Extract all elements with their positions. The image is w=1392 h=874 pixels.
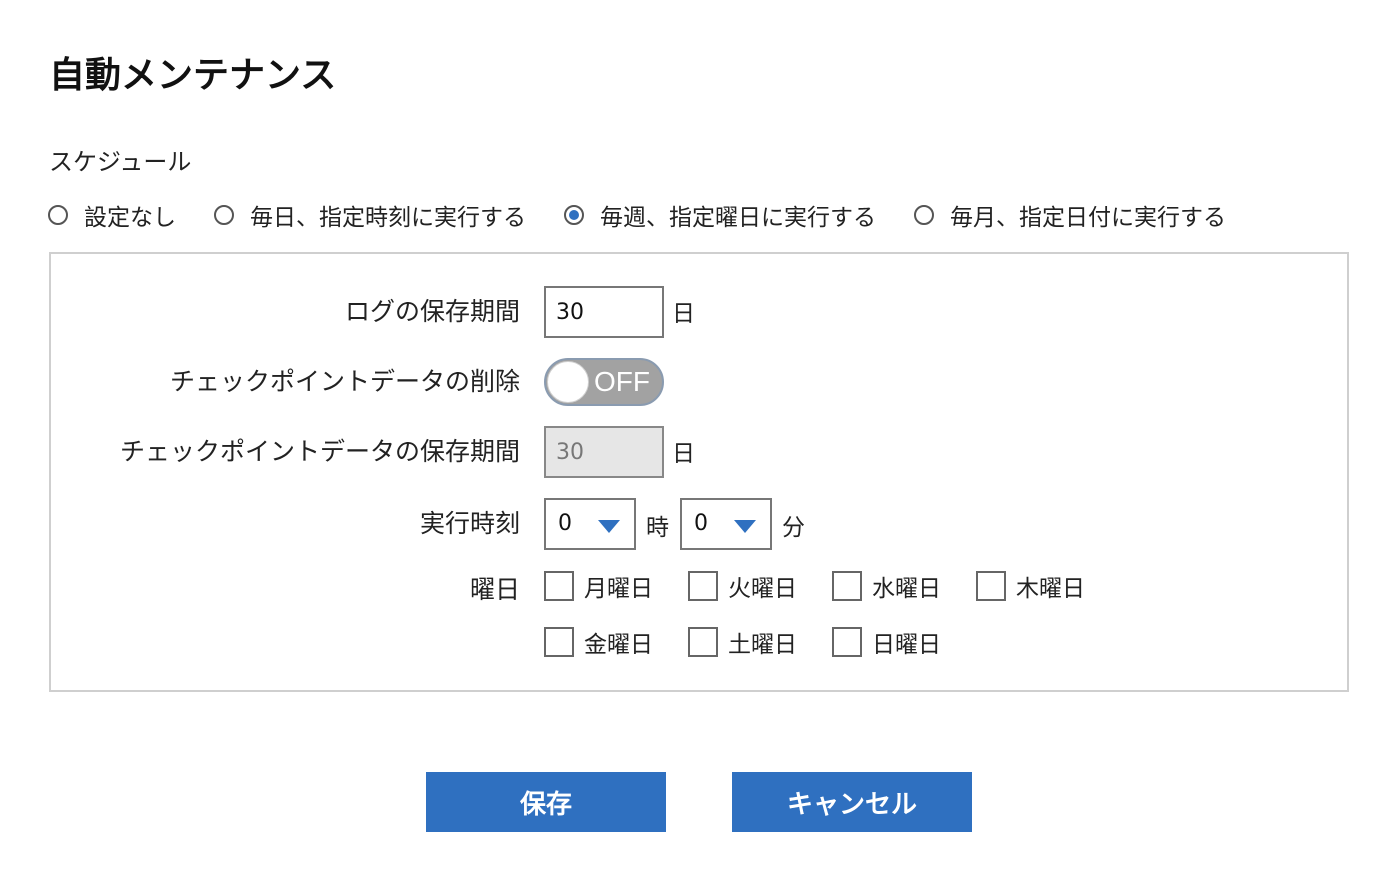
schedule-option-label: 毎週、指定曜日に実行する (600, 205, 876, 231)
checkbox[interactable] (544, 627, 574, 657)
minute-select[interactable]: 0 (680, 498, 772, 550)
settings-panel: ログの保存期間 日 チェックポイントデータの削除 OFF チェックポイントデータ… (49, 252, 1349, 692)
checkpoint-delete-toggle[interactable]: OFF (544, 358, 664, 406)
weekday-label: 土曜日 (728, 632, 797, 658)
cancel-button[interactable]: キャンセル (732, 772, 972, 832)
weekday-label: 金曜日 (584, 632, 653, 658)
checkbox[interactable] (832, 627, 862, 657)
toggle-state-label: OFF (594, 366, 650, 397)
schedule-option-none[interactable]: 設定なし (48, 198, 176, 232)
checkbox[interactable] (688, 571, 718, 601)
dropdown-arrow-icon (734, 520, 756, 533)
checkpoint-delete-label: チェックポイントデータの削除 (169, 367, 520, 396)
weekday-friday[interactable]: 金曜日 (544, 625, 653, 659)
weekday-label: 月曜日 (584, 576, 653, 602)
schedule-option-weekly[interactable]: 毎週、指定曜日に実行する (564, 198, 876, 232)
radio-button[interactable] (914, 205, 934, 225)
weekdays-label: 曜日 (469, 575, 520, 604)
checkbox[interactable] (832, 571, 862, 601)
toggle-knob (547, 361, 589, 403)
weekday-sunday[interactable]: 日曜日 (832, 625, 941, 659)
weekday-label: 水曜日 (872, 576, 941, 602)
weekday-wednesday[interactable]: 水曜日 (832, 569, 941, 603)
radio-button[interactable] (48, 205, 68, 225)
schedule-label: スケジュール (49, 148, 192, 176)
checkpoint-retention-label: チェックポイントデータの保存期間 (119, 437, 520, 466)
run-time-label: 実行時刻 (419, 509, 520, 538)
radio-button-selected[interactable] (564, 205, 584, 225)
checkpoint-retention-input (544, 426, 664, 478)
checkbox[interactable] (976, 571, 1006, 601)
schedule-option-monthly[interactable]: 毎月、指定日付に実行する (914, 198, 1226, 232)
checkpoint-retention-unit: 日 (672, 441, 695, 467)
schedule-option-label: 毎月、指定日付に実行する (950, 205, 1226, 231)
weekday-thursday[interactable]: 木曜日 (976, 569, 1085, 603)
hour-select[interactable]: 0 (544, 498, 636, 550)
schedule-radio-group: 設定なし 毎日、指定時刻に実行する 毎週、指定曜日に実行する 毎月、指定日付に実… (48, 198, 1226, 232)
weekday-label: 木曜日 (1016, 576, 1085, 602)
checkbox[interactable] (688, 627, 718, 657)
log-retention-label: ログの保存期間 (344, 297, 520, 326)
checkbox[interactable] (544, 571, 574, 601)
weekday-saturday[interactable]: 土曜日 (688, 625, 797, 659)
log-retention-input[interactable] (544, 286, 664, 338)
weekday-label: 火曜日 (728, 576, 797, 602)
schedule-option-label: 毎日、指定時刻に実行する (250, 205, 526, 231)
page-title: 自動メンテナンス (49, 55, 337, 96)
hour-unit: 時 (646, 515, 669, 541)
save-button[interactable]: 保存 (426, 772, 666, 832)
weekday-tuesday[interactable]: 火曜日 (688, 569, 797, 603)
schedule-option-daily[interactable]: 毎日、指定時刻に実行する (214, 198, 526, 232)
log-retention-unit: 日 (672, 301, 695, 327)
weekday-monday[interactable]: 月曜日 (544, 569, 653, 603)
weekday-label: 日曜日 (872, 632, 941, 658)
dropdown-arrow-icon (598, 520, 620, 533)
minute-unit: 分 (782, 515, 805, 541)
minute-select-value: 0 (694, 511, 708, 536)
radio-button[interactable] (214, 205, 234, 225)
schedule-option-label: 設定なし (84, 205, 176, 231)
hour-select-value: 0 (558, 511, 572, 536)
